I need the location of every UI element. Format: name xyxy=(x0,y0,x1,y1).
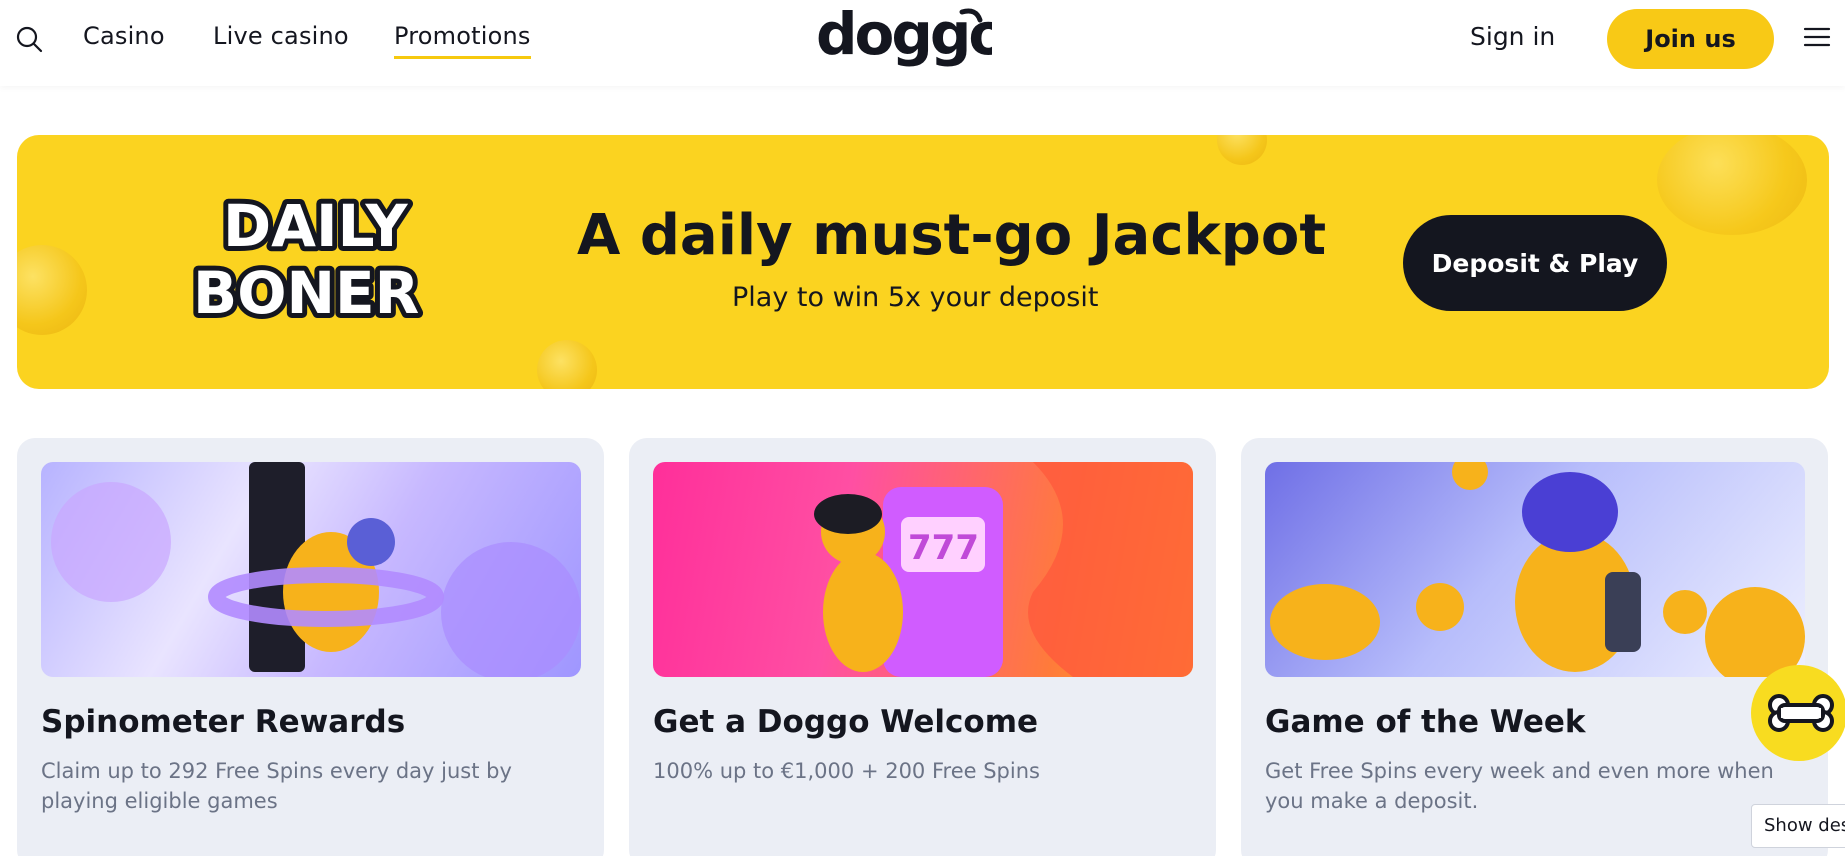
sign-in-link[interactable]: Sign in xyxy=(1470,22,1555,51)
show-desktop-toggle[interactable]: Show desk xyxy=(1751,804,1845,848)
decorative-coin xyxy=(537,340,597,389)
promo-image-spinometer xyxy=(41,462,581,677)
bone-icon[interactable] xyxy=(1751,665,1845,761)
search-icon[interactable] xyxy=(14,24,44,54)
nav-promotions[interactable]: Promotions xyxy=(394,22,531,59)
promo-description: 100% up to €1,000 + 200 Free Spins xyxy=(653,759,1040,783)
daily-jackpot-banner[interactable]: DAILY BONER A daily must-go Jackpot Play… xyxy=(17,135,1829,389)
nav-casino[interactable]: Casino xyxy=(83,22,165,50)
svg-text:777: 777 xyxy=(908,528,979,568)
decorative-coin xyxy=(1657,135,1807,235)
decorative-coin xyxy=(17,245,87,335)
promo-image-game-of-week xyxy=(1265,462,1805,677)
promo-card-welcome[interactable]: 777 Get a Doggo Welcome 100% up to €1,00… xyxy=(629,438,1216,856)
banner-title: A daily must-go Jackpot xyxy=(577,203,1327,268)
nav-live-casino[interactable]: Live casino xyxy=(213,22,349,50)
promo-title: Spinometer Rewards xyxy=(41,704,406,740)
promo-card-spinometer[interactable]: Spinometer Rewards Claim up to 292 Free … xyxy=(17,438,604,856)
deposit-and-play-button[interactable]: Deposit & Play xyxy=(1403,215,1667,311)
svg-text:DAILY: DAILY xyxy=(223,192,409,260)
doggo-logo[interactable]: doggo xyxy=(812,0,1009,74)
promo-title: Game of the Week xyxy=(1265,704,1586,740)
promo-title: Get a Doggo Welcome xyxy=(653,704,1039,740)
decorative-coin xyxy=(1217,135,1267,165)
site-header: Casino Live casino Promotions doggo Sign… xyxy=(0,0,1845,86)
promo-image-welcome: 777 xyxy=(653,462,1193,677)
promo-description: Claim up to 292 Free Spins every day jus… xyxy=(41,759,512,813)
promo-description: Get Free Spins every week and even more … xyxy=(1265,759,1774,813)
daily-boner-logo: DAILY BONER xyxy=(188,187,433,332)
banner-subtitle: Play to win 5x your deposit xyxy=(732,282,1099,313)
hamburger-menu-icon[interactable] xyxy=(1802,24,1832,50)
join-us-button[interactable]: Join us xyxy=(1607,9,1774,69)
svg-text:BONER: BONER xyxy=(193,259,419,327)
promo-card-game-of-week[interactable]: Game of the Week Get Free Spins every we… xyxy=(1241,438,1828,856)
